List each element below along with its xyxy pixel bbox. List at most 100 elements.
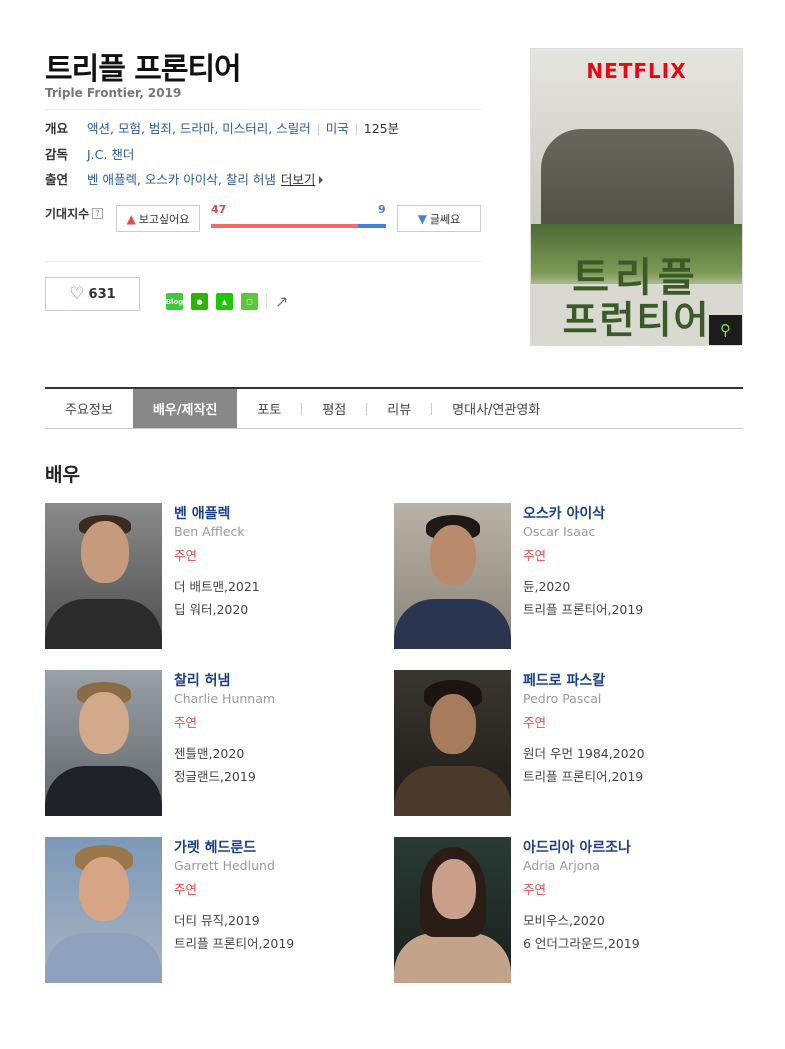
- tab-main-info[interactable]: 주요정보: [45, 389, 133, 428]
- more-link[interactable]: 더보기: [281, 171, 316, 189]
- tab-photo[interactable]: 포토: [237, 389, 301, 428]
- actor-name[interactable]: 가렛 헤드룬드: [174, 837, 256, 857]
- actor-name-en: Pedro Pascal: [523, 691, 602, 706]
- actor-photo[interactable]: [394, 670, 511, 816]
- overview-key: 개요: [45, 121, 69, 136]
- expectation-bar: [211, 224, 386, 228]
- actor-photo-face: [79, 692, 129, 754]
- actor-work[interactable]: 듄,2020: [523, 576, 570, 595]
- actor-name[interactable]: 페드로 파스칼: [523, 670, 605, 690]
- actor-name-en: Adria Arjona: [523, 858, 600, 873]
- actor-photo-face: [432, 859, 476, 919]
- tab-rating[interactable]: 평점: [302, 389, 366, 428]
- divider: [45, 261, 481, 262]
- poster-brand: NETFLIX: [586, 59, 687, 83]
- thumbs-up-icon: ▲: [126, 211, 136, 226]
- like-button[interactable]: ♡ 631: [45, 277, 140, 311]
- actor-work[interactable]: 원더 우먼 1984,2020: [523, 743, 645, 762]
- actor-role: 주연: [523, 882, 547, 897]
- actor-name[interactable]: 아드리아 아르조나: [523, 837, 631, 857]
- actor-photo[interactable]: [394, 837, 511, 983]
- actor-photo-body: [45, 933, 162, 983]
- cast-link[interactable]: 벤 애플렉, 오스카 아이삭, 찰리 허냄: [87, 171, 276, 189]
- section-title: 배우: [45, 464, 80, 486]
- actor-name-en: Ben Affleck: [174, 524, 245, 539]
- movie-title: 트리플 프론티어: [45, 52, 242, 87]
- director-key: 감독: [45, 147, 69, 162]
- actor-photo-face: [430, 694, 476, 754]
- runtime: 125분: [363, 121, 400, 136]
- actor-work[interactable]: 정글랜드,2019: [174, 766, 256, 785]
- divider: [355, 123, 357, 135]
- actor-photo[interactable]: [394, 503, 511, 649]
- search-icon[interactable]: ⚲: [709, 315, 742, 345]
- nowant-button[interactable]: ▼ 글쎄요: [397, 205, 481, 232]
- actor-work[interactable]: 트리플 프론티어,2019: [174, 933, 294, 952]
- actor-name[interactable]: 오스카 아이삭: [523, 503, 605, 523]
- divider: [317, 123, 319, 135]
- chevron-right-icon: [319, 176, 324, 184]
- nowant-count: 9: [378, 203, 386, 216]
- line-icon[interactable]: Blog: [166, 293, 183, 310]
- actor-photo-face: [79, 857, 129, 921]
- actor-photo[interactable]: [45, 837, 162, 983]
- cast-key: 출연: [45, 172, 69, 187]
- actor-name-en: Charlie Hunnam: [174, 691, 276, 706]
- actor-photo[interactable]: [45, 503, 162, 649]
- actor-role: 주연: [174, 882, 198, 897]
- cast-row: 출연 벤 애플렉, 오스카 아이삭, 찰리 허냄 더보기: [45, 171, 324, 189]
- actor-work[interactable]: 트리플 프론티어,2019: [523, 599, 643, 618]
- actor-work[interactable]: 더 배트맨,2021: [174, 576, 260, 595]
- movie-poster[interactable]: NETFLIX 트리플 프런티어 ⚲: [530, 48, 743, 346]
- tab-quotes-related[interactable]: 명대사/연관영화: [432, 389, 560, 428]
- actor-role: 주연: [523, 715, 547, 730]
- tab-review[interactable]: 리뷰: [367, 389, 431, 428]
- country-link[interactable]: 미국: [326, 120, 349, 138]
- thumbs-down-icon: ▼: [417, 211, 427, 226]
- actor-card: 찰리 허냄 Charlie Hunnam 주연 젠틀맨,2020 정글랜드,20…: [45, 670, 395, 818]
- actor-card: 아드리아 아르조나 Adria Arjona 주연 모비우스,2020 6 언더…: [394, 837, 744, 985]
- divider: [266, 293, 267, 310]
- want-label: 보고싶어요: [138, 212, 190, 226]
- share-icons: Blog ● ▲ ▢ ↗: [166, 292, 289, 311]
- bookmark-icon[interactable]: ▲: [216, 293, 233, 310]
- actor-role: 주연: [174, 548, 198, 563]
- help-icon[interactable]: ?: [92, 208, 104, 219]
- line-icon-text: Blog: [165, 297, 184, 306]
- talk-icon[interactable]: ●: [191, 293, 208, 310]
- tab-bar: 주요정보 배우/제작진 포토 평점 리뷰 명대사/연관영화: [45, 389, 743, 429]
- nowant-label: 글쎄요: [429, 212, 461, 226]
- like-count: 631: [88, 286, 116, 302]
- expectation-label-group: 기대지수 ?: [45, 205, 104, 222]
- actor-photo-body: [45, 599, 162, 649]
- actor-name[interactable]: 찰리 허냄: [174, 670, 230, 690]
- actor-photo-face: [430, 525, 476, 585]
- actor-photo-face: [81, 521, 129, 583]
- share-icon[interactable]: ↗: [275, 292, 288, 311]
- actor-work[interactable]: 딥 워터,2020: [174, 599, 248, 618]
- actor-work[interactable]: 6 언더그라운드,2019: [523, 933, 640, 952]
- tab-cast-crew[interactable]: 배우/제작진: [132, 389, 238, 428]
- want-button[interactable]: ▲ 보고싶어요: [116, 205, 200, 232]
- actor-photo-body: [394, 766, 511, 816]
- genres-link[interactable]: 액션, 모험, 범죄, 드라마, 미스터리, 스릴러: [87, 120, 311, 138]
- actor-work[interactable]: 더티 뮤직,2019: [174, 910, 260, 929]
- actor-name[interactable]: 벤 애플렉: [174, 503, 230, 523]
- actor-card: 오스카 아이삭 Oscar Isaac 주연 듄,2020 트리플 프론티어,2…: [394, 503, 744, 651]
- director-link[interactable]: J.C. 챈더: [87, 146, 134, 164]
- actor-photo[interactable]: [45, 670, 162, 816]
- actor-name-en: Oscar Isaac: [523, 524, 596, 539]
- divider: [45, 109, 481, 110]
- actor-card: 가렛 헤드룬드 Garrett Hedlund 주연 더티 뮤직,2019 트리…: [45, 837, 395, 985]
- actor-photo-body: [394, 599, 511, 649]
- actor-work[interactable]: 젠틀맨,2020: [174, 743, 244, 762]
- actor-card: 벤 애플렉 Ben Affleck 주연 더 배트맨,2021 딥 워터,202…: [45, 503, 395, 651]
- actor-work[interactable]: 모비우스,2020: [523, 910, 605, 929]
- movie-subtitle: Triple Frontier, 2019: [45, 86, 182, 100]
- actor-photo-body: [45, 766, 162, 816]
- expectation-bar-fill: [211, 224, 358, 228]
- overview-row: 개요 액션, 모험, 범죄, 드라마, 미스터리, 스릴러 미국 125분: [45, 120, 399, 138]
- memo-icon[interactable]: ▢: [241, 293, 258, 310]
- actor-card: 페드로 파스칼 Pedro Pascal 주연 원더 우먼 1984,2020 …: [394, 670, 744, 818]
- actor-work[interactable]: 트리플 프론티어,2019: [523, 766, 643, 785]
